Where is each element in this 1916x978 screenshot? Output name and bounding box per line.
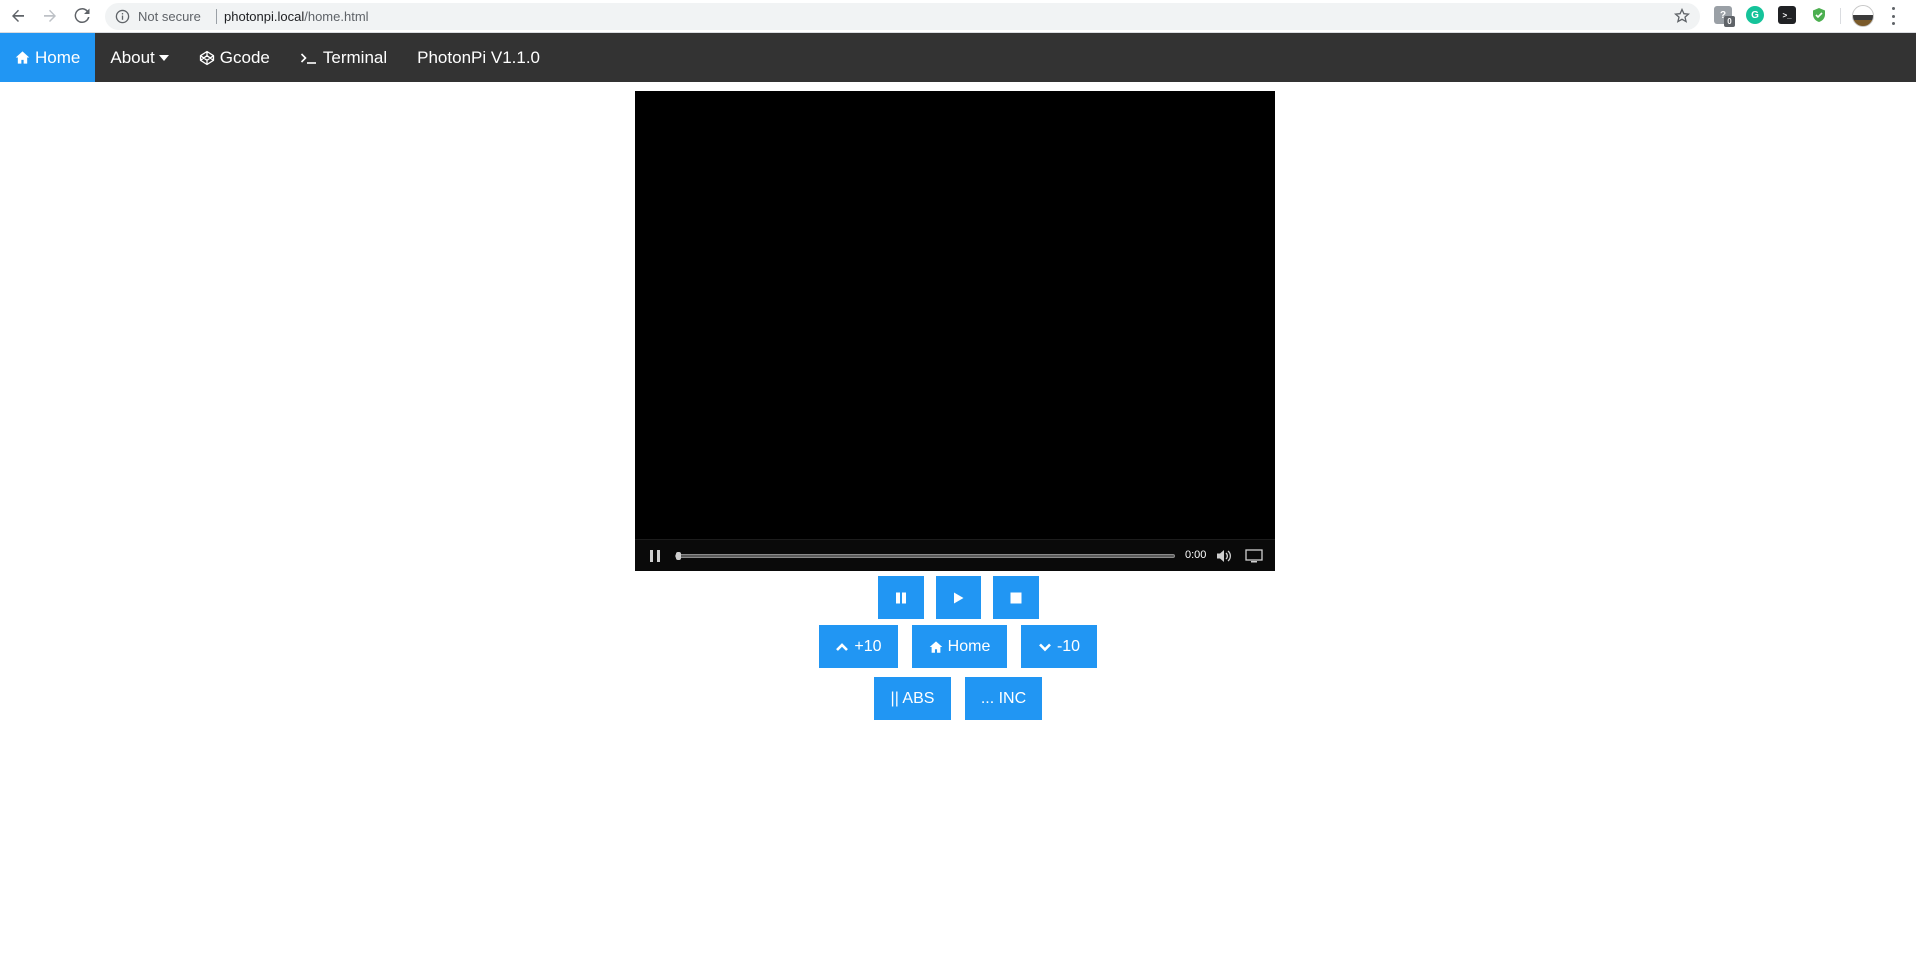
inc-mode-button[interactable]: ... INC [965,677,1042,720]
nav-version[interactable]: PhotonPi V1.1.0 [402,33,555,82]
caret-down-icon [158,54,169,61]
home-axis-label: Home [947,637,991,655]
browser-menu-icon[interactable] [1890,7,1896,25]
terminal-icon [300,50,318,66]
up-10-button[interactable]: +10 [819,625,898,668]
nav-gcode-label: Gcode [219,47,270,67]
shield-extension-icon[interactable] [1810,6,1828,24]
abs-mode-label: || ABS [890,689,935,707]
nav-terminal-label: Terminal [322,47,388,67]
nav-terminal[interactable]: Terminal [285,33,402,82]
home-icon [15,50,30,65]
nav-version-label: PhotonPi V1.1.0 [417,47,541,67]
top-navbar: Home About Gcode Terminal PhotonPi V1.1.… [0,33,1916,82]
chevron-down-icon [1038,640,1052,654]
grammarly-icon[interactable]: G [1746,6,1764,24]
home-axis-button[interactable]: Home [912,625,1007,668]
extension-badge: 0 [1724,16,1735,27]
video-progress-fill [676,552,681,560]
nav-gcode[interactable]: Gcode [184,33,285,82]
inc-mode-label: ... INC [980,689,1027,707]
url-text: photonpi.local/home.html [224,9,369,24]
nav-home[interactable]: Home [0,33,96,82]
codepen-icon [199,50,215,66]
up-10-label: +10 [854,637,882,655]
nav-about[interactable]: About [95,33,183,82]
home-icon [929,640,943,654]
pause-button[interactable] [877,576,924,619]
back-icon[interactable] [6,4,30,28]
mode-controls-row: || ABS ... INC [0,677,1916,720]
url-path: /home.html [304,9,369,24]
address-bar[interactable]: Not secure photonpi.local/home.html [105,3,1700,30]
pause-icon [894,591,908,605]
forward-icon[interactable] [38,4,62,28]
play-button[interactable] [935,576,981,619]
profile-avatar[interactable] [1852,5,1874,27]
security-label: Not secure [138,9,201,24]
nav-home-label: Home [35,47,81,67]
video-controls: 0:00 [635,539,1275,571]
down-10-button[interactable]: -10 [1021,625,1097,668]
print-controls-row [0,576,1916,619]
bookmark-star-icon[interactable] [1674,8,1690,24]
reload-icon[interactable] [70,4,94,28]
terminal-extension-icon[interactable]: >_ [1778,6,1796,24]
chevron-up-icon [835,640,849,654]
video-time: 0:00 [1185,549,1207,561]
url-host: photonpi.local [224,9,305,24]
video-progress-track[interactable] [675,552,1175,560]
volume-icon[interactable] [1215,548,1233,564]
info-icon[interactable] [115,9,130,24]
nav-about-label: About [110,47,155,67]
omnibox-divider [216,9,217,24]
move-controls-row: +10 Home -10 [0,625,1916,668]
down-10-label: -10 [1056,637,1081,655]
stop-button[interactable] [992,576,1039,619]
video-player[interactable]: 0:00 [635,91,1275,571]
abs-mode-button[interactable]: || ABS [874,677,951,720]
video-pause-icon[interactable] [650,550,660,562]
browser-toolbar: Not secure photonpi.local/home.html ? 0 … [0,0,1916,33]
play-icon [951,591,965,605]
toolbar-divider [1840,8,1841,24]
stop-icon [1009,591,1023,605]
fullscreen-icon[interactable] [1245,549,1263,563]
